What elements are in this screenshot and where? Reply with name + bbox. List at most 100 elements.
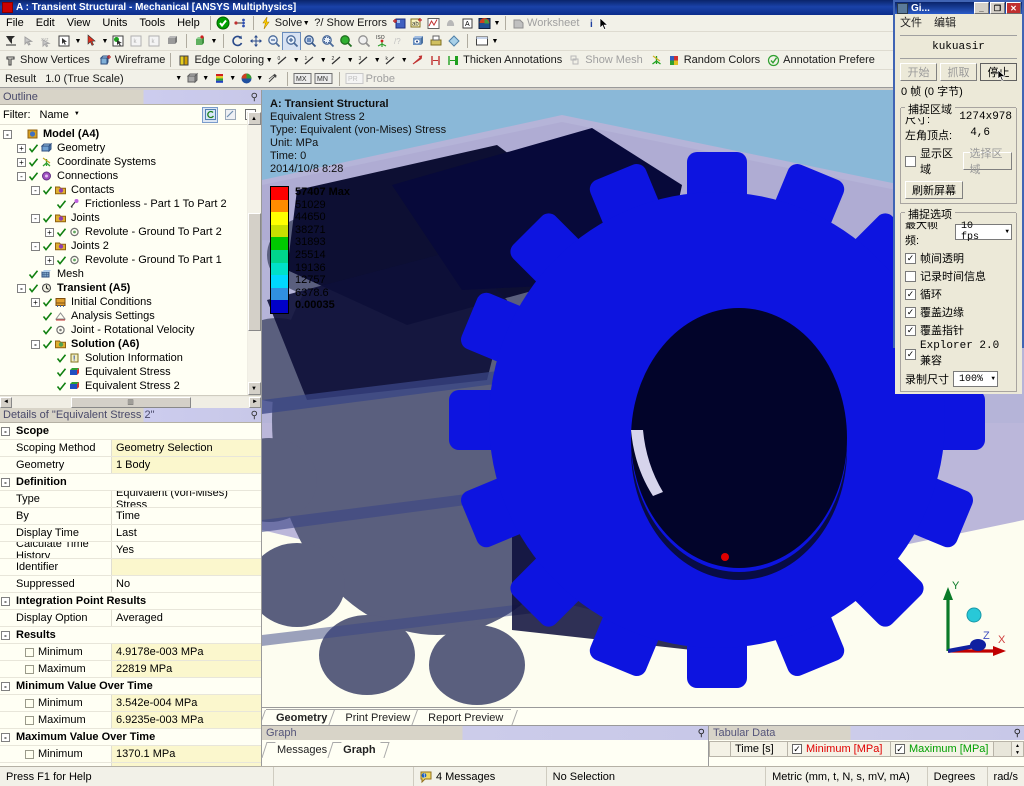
tree-expander[interactable]: - (31, 214, 40, 223)
tree-expander[interactable]: + (31, 298, 40, 307)
tree-expander[interactable]: + (45, 228, 54, 237)
recorder-menu-file[interactable]: 文件 (900, 14, 922, 30)
print-icon[interactable] (427, 33, 444, 50)
view-orientation-caret[interactable]: ▼ (210, 33, 218, 50)
tree-item-initial-conditions[interactable]: +Initial Conditions (2, 295, 261, 309)
capture-option-checkbox[interactable] (905, 271, 916, 282)
tree-item-equivalent-stress-2[interactable]: Equivalent Stress 2 (2, 379, 261, 393)
tree-expander[interactable]: + (45, 256, 54, 265)
details-row-by[interactable]: ByTime (0, 508, 261, 525)
edge-coloring-icon[interactable] (176, 52, 193, 69)
capture-option-3[interactable]: ✓覆盖边缘 (905, 304, 1012, 320)
details-section-integration-point-results[interactable]: -Integration Point Results (0, 593, 261, 610)
details-row-value[interactable] (112, 559, 261, 575)
random-colors-label[interactable]: Random Colors (684, 54, 760, 66)
color-legend-caret[interactable]: ▼ (493, 15, 501, 32)
details-row-type[interactable]: TypeEquivalent (von-Mises) Stress (0, 491, 261, 508)
window-layout-icon[interactable] (473, 33, 490, 50)
recorder-menu-edit[interactable]: 编辑 (934, 14, 956, 30)
details-section-maximum-value-over-time[interactable]: -Maximum Value Over Time (0, 729, 261, 746)
menu-item-file[interactable]: File (0, 16, 30, 30)
select-body-icon[interactable] (110, 33, 127, 50)
outline-scroll-down[interactable]: ▼ (248, 382, 261, 395)
details-row-value[interactable]: 6.9235e-003 MPa (112, 712, 261, 728)
recorder-stop-button[interactable]: 停止 (980, 63, 1017, 81)
show-vertices-label[interactable]: Show Vertices (20, 54, 90, 66)
box-select-icon[interactable]: xyz (38, 33, 55, 50)
tree-item-revolute-ground-to-part-2[interactable]: +Revolute - Ground To Part 2 (2, 225, 261, 239)
details-row-suppressed[interactable]: SuppressedNo (0, 576, 261, 593)
new-comment-icon[interactable]: ab (408, 15, 425, 32)
solve-dropdown-caret[interactable]: ▼ (302, 15, 310, 32)
details-row-value[interactable]: Time (112, 508, 261, 524)
tree-item-joint-rotational-velocity[interactable]: Joint - Rotational Velocity (2, 323, 261, 337)
zoom-fit-green-icon[interactable] (337, 33, 354, 50)
tree-item-frictionless-part-1-to-part-2[interactable]: Frictionless - Part 1 To Part 2 (2, 197, 261, 211)
vector-display-icon[interactable] (265, 70, 282, 87)
filter-select[interactable]: Name (35, 108, 84, 122)
capture-option-4[interactable]: ✓覆盖指针 (905, 322, 1012, 338)
details-row-minimum[interactable]: Minimum1370.1 MPa (0, 746, 261, 763)
outline-hscroll-thumb[interactable]: ▥ (71, 397, 191, 408)
tree-expander[interactable]: + (17, 158, 26, 167)
edge-display-0-icon[interactable]: 0 (274, 52, 291, 69)
details-row-maximum[interactable]: Maximum22819 MPa (0, 661, 261, 678)
tree-item-connections[interactable]: -Connections (2, 169, 261, 183)
details-row-value[interactable]: Averaged (112, 610, 261, 626)
recorder-minimize-button[interactable]: _ (974, 2, 989, 14)
text-annotation-icon[interactable]: A (459, 15, 476, 32)
solve-lightning-icon[interactable] (258, 15, 275, 32)
col-maximum[interactable]: ✓ Maximum [MPa] (890, 741, 994, 757)
cursor-pick-caret[interactable]: ▼ (101, 33, 109, 50)
tree-item-coordinate-systems[interactable]: +Coordinate Systems (2, 155, 261, 169)
edge-arrow-icon[interactable] (409, 52, 426, 69)
outline-hscroll-track2[interactable] (191, 397, 250, 408)
details-row-checkbox[interactable] (25, 716, 34, 725)
details-row-scoping-method[interactable]: Scoping MethodGeometry Selection (0, 440, 261, 457)
show-errors-label[interactable]: ?/ Show Errors (314, 17, 387, 29)
result-scale-caret[interactable]: ▼ (175, 70, 183, 87)
connect-dots-icon[interactable] (232, 15, 249, 32)
outline-hscroll-right[interactable]: ► (249, 397, 261, 408)
tree-expander[interactable]: - (17, 284, 26, 293)
deformation-cube-icon[interactable] (184, 70, 201, 87)
green-check-icon[interactable] (215, 15, 232, 32)
capture-option-5[interactable]: ✓Explorer 2.0 兼容 (905, 340, 1012, 368)
view-cube-icon[interactable] (409, 33, 426, 50)
details-row-checkbox[interactable] (25, 750, 34, 759)
tree-item-transient-a5[interactable]: -Transient (A5) (2, 281, 261, 295)
col-minimum-checkbox[interactable]: ✓ (792, 744, 802, 754)
details-row-maximum[interactable]: Maximum6.9235e-003 MPa (0, 712, 261, 729)
outline-vscrollbar[interactable]: ▲ ▼ (247, 112, 261, 395)
result-scale-value[interactable]: 1.0 (True Scale) (45, 73, 123, 85)
outline-scroll-track[interactable] (248, 125, 261, 382)
details-section-expander[interactable]: - (0, 627, 11, 643)
col-maximum-checkbox[interactable]: ✓ (895, 744, 905, 754)
tabular-spin-down[interactable]: ▼ (1012, 749, 1023, 756)
solve-label[interactable]: Solve (275, 17, 303, 29)
capture-option-checkbox[interactable]: ✓ (905, 349, 916, 360)
capped-iso-icon[interactable] (238, 70, 255, 87)
rotate-icon[interactable] (229, 33, 246, 50)
tree-item-solution-a6[interactable]: -Solution (A6) (2, 337, 261, 351)
col-time[interactable]: Time [s] (730, 741, 788, 757)
details-row-value[interactable]: Geometry Selection (112, 440, 261, 456)
new-chart-icon[interactable] (391, 15, 408, 32)
details-section-scope[interactable]: -Scope (0, 423, 261, 440)
edge-display-3-icon[interactable]: 3 (355, 52, 372, 69)
select-vertex-icon[interactable] (56, 33, 73, 50)
deformation-caret[interactable]: ▼ (202, 70, 210, 87)
details-section-definition[interactable]: -Definition (0, 474, 261, 491)
tree-expander[interactable]: - (31, 242, 40, 251)
pan-icon[interactable] (247, 33, 264, 50)
details-section-minimum-value-over-time[interactable]: -Minimum Value Over Time (0, 678, 261, 695)
single-select-icon[interactable] (20, 33, 37, 50)
cursor-pick-icon[interactable] (83, 33, 100, 50)
edge-display-3-caret[interactable]: ▼ (373, 52, 381, 69)
menu-item-edit[interactable]: Edit (30, 16, 61, 30)
details-row-calculate-time-history[interactable]: Calculate Time HistoryYes (0, 542, 261, 559)
select-face-icon[interactable]: k (146, 33, 163, 50)
tab-print-preview[interactable]: Print Preview (335, 709, 418, 725)
tab-messages[interactable]: Messages (268, 742, 334, 757)
chart-graph-icon[interactable] (425, 15, 442, 32)
